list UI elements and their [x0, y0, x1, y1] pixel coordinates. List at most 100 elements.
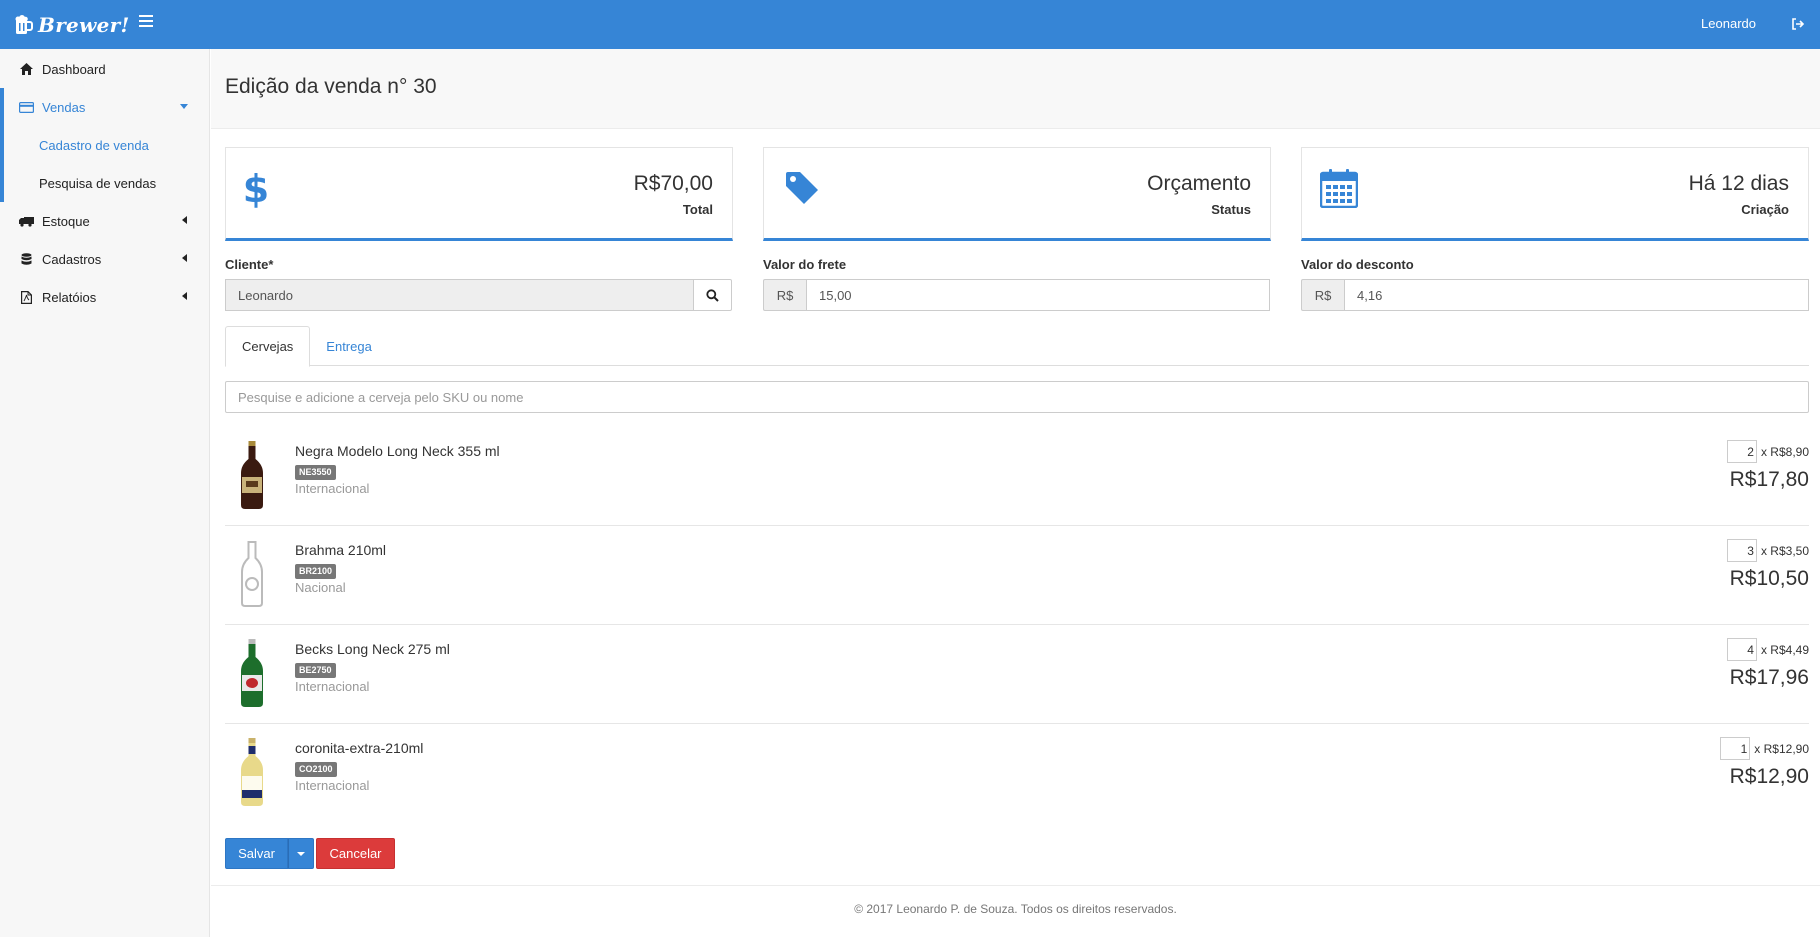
sku-badge: BR2100	[295, 564, 337, 579]
item-origin: Internacional	[295, 679, 370, 694]
footer: © 2017 Leonardo P. de Souza. Todos os di…	[211, 885, 1820, 937]
sku-badge: BE2750	[295, 663, 336, 678]
sidebar-item-label: Relatóios	[42, 289, 97, 305]
client-field[interactable]	[225, 279, 693, 311]
top-navbar: Brewer! Leonardo	[0, 0, 1820, 49]
quantity-input[interactable]	[1720, 737, 1751, 760]
status-label: Status	[1211, 202, 1251, 217]
credit-card-icon	[18, 100, 34, 114]
creation-value: Há 12 dias	[1688, 172, 1789, 195]
sign-out-icon[interactable]	[1790, 16, 1806, 32]
beer-bottle-image	[241, 639, 263, 707]
hamburger-menu-icon[interactable]	[139, 15, 153, 29]
sidebar-subitem-pesquisa-de-vendas[interactable]: Pesquisa de vendas	[0, 164, 209, 202]
item-origin: Nacional	[295, 580, 346, 595]
list-item: Becks Long Neck 275 ml BE2750 Internacio…	[225, 625, 1809, 724]
freight-input-group: R$	[763, 279, 1270, 311]
sidebar-item-label: Estoque	[42, 213, 90, 229]
caret-left-icon	[182, 216, 187, 224]
tabs: Cervejas Entrega	[225, 326, 1809, 367]
database-icon	[18, 252, 34, 266]
sku-badge: NE3550	[295, 465, 336, 480]
sidebar: Dashboard Vendas Cadastro de venda Pesqu…	[0, 49, 210, 937]
total-value: R$70,00	[633, 172, 713, 195]
page-header: Edição da venda n° 30	[211, 49, 1820, 129]
sidebar-item-vendas[interactable]: Vendas	[0, 88, 209, 126]
sidebar-item-label: Dashboard	[42, 61, 106, 77]
caret-left-icon	[182, 292, 187, 300]
caret-down-icon	[297, 851, 305, 856]
list-item: Brahma 210ml BR2100 Nacional x R$3,50 R$…	[225, 526, 1809, 625]
beer-bottle-image	[241, 738, 263, 806]
beer-bottle-image	[241, 441, 263, 509]
beer-mug-icon	[15, 15, 33, 34]
discount-field[interactable]	[1344, 279, 1809, 311]
quantity-input[interactable]	[1726, 638, 1757, 661]
caret-left-icon	[182, 254, 187, 262]
freight-label: Valor do frete	[763, 257, 847, 272]
currency-addon: R$	[763, 279, 806, 311]
save-options-dropdown-button[interactable]	[288, 838, 314, 869]
caret-down-icon	[180, 104, 188, 109]
save-button-group: Salvar	[225, 838, 314, 869]
list-item: Negra Modelo Long Neck 355 ml NE3550 Int…	[225, 427, 1809, 526]
svg-text:$: $	[244, 168, 268, 208]
sidebar-subitem-cadastro-de-venda[interactable]: Cadastro de venda	[0, 126, 209, 164]
tab-cervejas[interactable]: Cervejas	[225, 326, 311, 367]
total-label: Total	[682, 202, 713, 217]
item-origin: Internacional	[295, 481, 370, 496]
brand-logo[interactable]: Brewer!	[14, 11, 130, 39]
brand-name: Brewer!	[38, 13, 130, 37]
sidebar-item-dashboard[interactable]: Dashboard	[0, 50, 209, 88]
tag-icon	[786, 172, 818, 204]
creation-label: Criação	[1741, 202, 1789, 217]
truck-icon	[18, 214, 34, 228]
sidebar-item-label: Vendas	[42, 99, 86, 115]
sidebar-item-cadastros[interactable]: Cadastros	[0, 240, 209, 278]
creation-card: Há 12 dias Criação	[1301, 147, 1809, 241]
copyright-text: © 2017 Leonardo P. de Souza. Todos os di…	[854, 902, 1177, 916]
file-pdf-icon	[18, 290, 34, 304]
item-name: Brahma 210ml	[295, 542, 387, 558]
item-subtotal: R$17,80	[1729, 468, 1809, 491]
cancel-button[interactable]: Cancelar	[316, 838, 395, 869]
item-name: coronita-extra-210ml	[295, 740, 424, 756]
freight-field[interactable]	[806, 279, 1270, 311]
unit-price: x R$4,49	[1760, 642, 1809, 657]
save-button[interactable]: Salvar	[225, 838, 288, 869]
sidebar-item-estoque[interactable]: Estoque	[0, 202, 209, 240]
tab-entrega[interactable]: Entrega	[310, 326, 388, 366]
item-subtotal: R$12,90	[1729, 765, 1809, 788]
client-input-group	[225, 279, 732, 311]
discount-input-group: R$	[1301, 279, 1809, 311]
item-subtotal: R$10,50	[1729, 567, 1809, 590]
item-name: Becks Long Neck 275 ml	[295, 641, 450, 657]
sidebar-item-label: Cadastros	[42, 251, 102, 267]
discount-label: Valor do desconto	[1301, 257, 1414, 272]
currency-addon: R$	[1301, 279, 1344, 311]
home-icon	[18, 62, 34, 76]
list-item: coronita-extra-210ml CO2100 Internaciona…	[225, 724, 1809, 823]
unit-price: x R$3,50	[1760, 543, 1809, 558]
client-label: Cliente*	[225, 257, 274, 272]
item-subtotal: R$17,96	[1729, 666, 1809, 689]
item-name: Negra Modelo Long Neck 355 ml	[295, 443, 500, 459]
beer-bottle-placeholder-image	[241, 541, 263, 607]
status-value: Orçamento	[1147, 172, 1251, 195]
unit-price: x R$8,90	[1760, 444, 1809, 459]
user-name[interactable]: Leonardo	[1701, 16, 1756, 31]
dollar-icon: $	[244, 168, 268, 208]
quantity-input[interactable]	[1726, 539, 1757, 562]
item-origin: Internacional	[295, 778, 370, 793]
calendar-icon	[1320, 169, 1358, 208]
total-card: $ R$70,00 Total	[225, 147, 733, 241]
status-card: Orçamento Status	[763, 147, 1271, 241]
quantity-input[interactable]	[1726, 440, 1757, 463]
client-search-button[interactable]	[693, 279, 732, 311]
page-title: Edição da venda n° 30	[225, 75, 437, 98]
sku-badge: CO2100	[295, 762, 337, 777]
sidebar-item-relatorios[interactable]: Relatóios	[0, 278, 209, 316]
search-icon	[706, 288, 719, 302]
beer-search-input[interactable]	[225, 381, 1809, 413]
unit-price: x R$12,90	[1754, 741, 1809, 756]
